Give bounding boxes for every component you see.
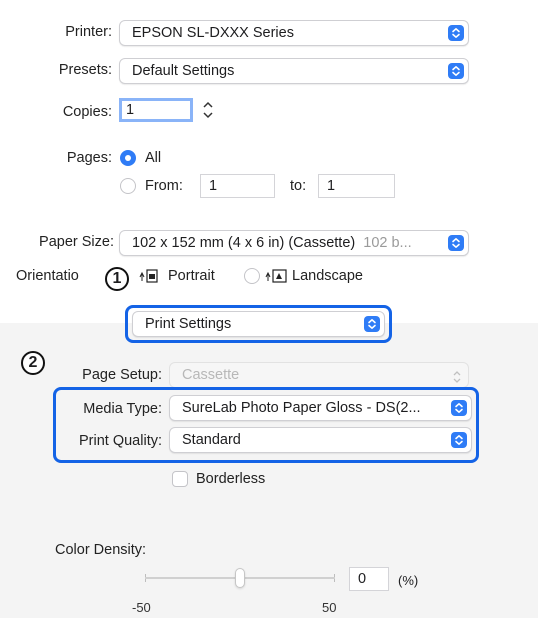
chevron-updown-icon: [451, 400, 467, 416]
paper-size-value: 102 x 152 mm (4 x 6 in) (Cassette): [132, 235, 356, 251]
copies-label: Copies:: [62, 104, 112, 120]
chevron-updown-icon: [452, 368, 462, 387]
orientation-label: Orientatio: [16, 268, 79, 284]
color-density-field[interactable]: 0: [349, 567, 389, 591]
stepper-arrows-icon: [203, 101, 213, 119]
pages-to-label: to:: [290, 178, 307, 194]
chevron-updown-icon: [448, 25, 464, 41]
media-type-popup[interactable]: SureLab Photo Paper Gloss - DS(2...: [169, 395, 472, 421]
copies-field[interactable]: 1: [119, 98, 193, 122]
presets-popup[interactable]: Default Settings: [119, 58, 469, 84]
pages-from-field[interactable]: 1: [200, 174, 275, 198]
landscape-label[interactable]: Landscape: [292, 268, 363, 284]
presets-label: Presets:: [58, 62, 112, 78]
print-quality-popup[interactable]: Standard: [169, 427, 472, 453]
copies-stepper[interactable]: [200, 98, 216, 122]
pages-all-label: All: [145, 150, 162, 166]
paper-size-label: Paper Size:: [39, 234, 114, 250]
slider-max-label: 50: [322, 600, 337, 615]
portrait-orientation-icon: [139, 268, 163, 289]
media-type-value: SureLab Photo Paper Gloss - DS(2...: [182, 400, 421, 416]
pages-from-radio[interactable]: [120, 178, 136, 194]
page-setup-value: Cassette: [182, 367, 240, 383]
chevron-updown-icon: [448, 235, 464, 251]
pages-from-label: From:: [145, 178, 183, 194]
section-popup-value: Print Settings: [145, 316, 232, 332]
portrait-label[interactable]: Portrait: [168, 268, 215, 284]
slider-min-label: -50: [132, 600, 151, 615]
printer-value: EPSON SL-DXXX Series: [132, 25, 294, 41]
color-density-slider-thumb[interactable]: [235, 568, 245, 588]
borderless-label: Borderless: [196, 471, 266, 487]
color-density-unit: (%): [398, 573, 419, 588]
landscape-radio[interactable]: [244, 268, 260, 284]
page-setup-popup: Cassette: [169, 362, 469, 388]
printer-label: Printer:: [65, 24, 112, 40]
color-density-label: Color Density:: [55, 542, 147, 558]
chevron-updown-icon: [364, 316, 380, 332]
print-quality-value: Standard: [182, 432, 241, 448]
callout-1: 1: [105, 267, 129, 291]
section-popup[interactable]: Print Settings: [132, 311, 385, 337]
media-type-label: Media Type:: [83, 401, 162, 417]
printer-popup[interactable]: EPSON SL-DXXX Series: [119, 20, 469, 46]
page-setup-label: Page Setup:: [82, 367, 162, 383]
borderless-checkbox[interactable]: [172, 471, 188, 487]
paper-size-popup[interactable]: 102 x 152 mm (4 x 6 in) (Cassette) 102 b…: [119, 230, 469, 256]
paper-size-suffix: 102 b...: [363, 235, 412, 251]
chevron-updown-icon: [451, 432, 467, 448]
presets-value: Default Settings: [132, 63, 235, 79]
pages-all-radio[interactable]: [120, 150, 136, 166]
pages-to-field[interactable]: 1: [318, 174, 395, 198]
print-quality-label: Print Quality:: [79, 433, 162, 449]
pages-label: Pages:: [66, 150, 112, 166]
landscape-orientation-icon: [265, 268, 289, 289]
chevron-updown-icon: [448, 63, 464, 79]
